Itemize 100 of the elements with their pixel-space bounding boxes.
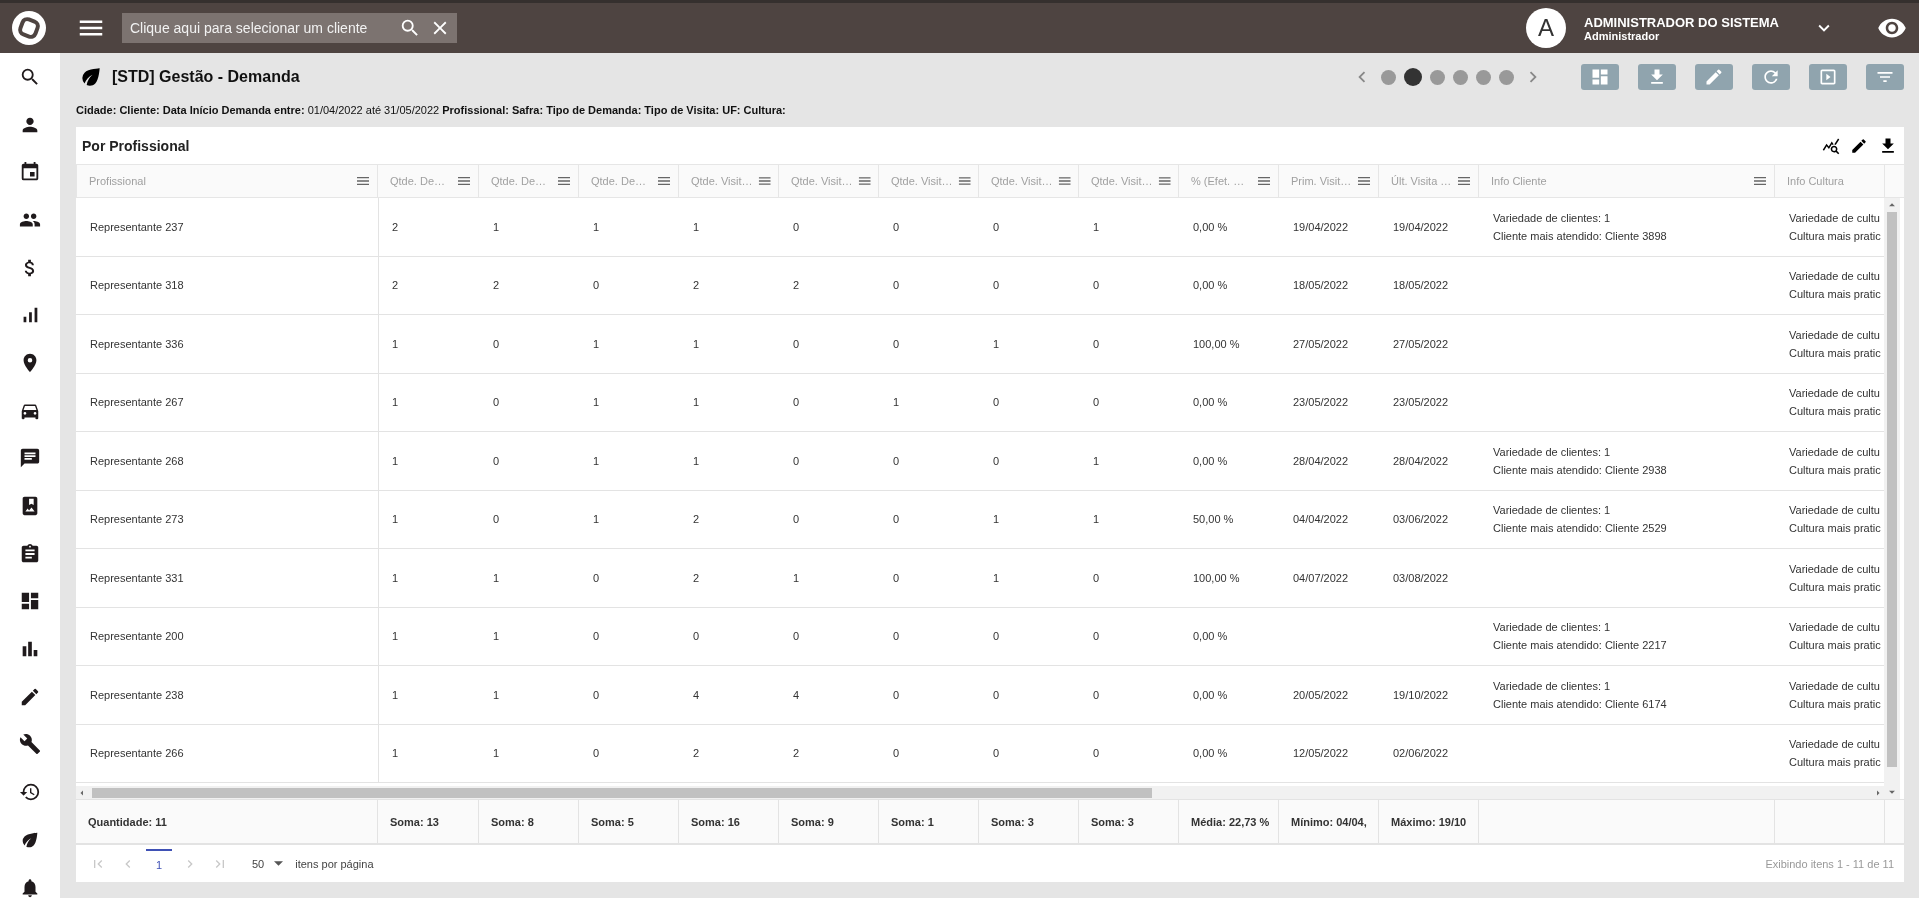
table-cell-text: 0 — [593, 570, 600, 586]
carousel-dot[interactable] — [1453, 69, 1468, 85]
table-cell-text: Variedade de clientes: 1 Cliente mais atendido: Cliente 2938 — [1493, 444, 1667, 478]
table-cell-text: Representante 268 — [90, 453, 184, 469]
column-header[interactable]: Info Cliente — [1479, 164, 1775, 198]
total-cell: Soma: 3 — [1079, 799, 1179, 844]
user-name: ADMINISTRADOR DO SISTEMA — [1584, 14, 1779, 30]
table-cell-text: 1 — [392, 746, 399, 762]
table-cell-text: Variedade de cultu Cultura mais pratic — [1789, 386, 1881, 420]
table-cell-text: 0,00 % — [1193, 453, 1228, 469]
table-cell-text: Variedade de cultu Cultura mais pratic — [1789, 678, 1881, 712]
column-header[interactable]: Qtde. Visit… — [979, 164, 1079, 198]
table-cell-text: 1 — [593, 512, 600, 528]
layout-button[interactable] — [1581, 64, 1619, 90]
table-cell-text: 100,00 % — [1193, 570, 1240, 586]
table-cell-text: 1 — [693, 453, 700, 469]
page-title: [STD] Gestão - Demanda — [112, 68, 300, 86]
table-cell-text: 0 — [593, 629, 600, 645]
table-cell-text: 27/05/2022 — [1293, 336, 1349, 352]
search-icon[interactable] — [399, 17, 421, 39]
horizontal-scrollbar[interactable] — [76, 786, 1884, 799]
table-cell-text: 0 — [793, 512, 800, 528]
column-header[interactable]: Últ. Visita … — [1379, 164, 1479, 198]
page-number[interactable]: 1 — [146, 848, 172, 879]
table-cell-text: Variedade de cultu Cultura mais pratic — [1789, 327, 1881, 361]
column-header[interactable]: Qtde. Visit… — [1079, 164, 1179, 198]
table-cell-text: 1 — [1093, 219, 1100, 235]
table-cell-text: Representante 237 — [90, 219, 184, 235]
total-cell: Mínimo: 04/04, — [1279, 799, 1379, 844]
table-cell-text: Variedade de cultu Cultura mais pratic — [1789, 620, 1881, 654]
page-size-select[interactable]: 50 — [252, 857, 284, 870]
table-cell-text: 1 — [1093, 453, 1100, 469]
column-header[interactable]: Info Cultura — [1775, 164, 1885, 198]
table-cell-text: 0 — [693, 629, 700, 645]
user-role: Administrador — [1584, 29, 1661, 42]
table-cell-text: 1 — [493, 219, 500, 235]
pencil-icon — [1704, 67, 1724, 87]
card-title: Por Profissional — [82, 137, 191, 154]
table-cell-text: Variedade de cultu Cultura mais pratic — [1789, 561, 1881, 595]
query-stats-icon[interactable] — [1822, 136, 1840, 155]
table-cell-text: 1 — [392, 687, 399, 703]
column-header[interactable]: Qtde. De… — [579, 164, 679, 198]
present-button[interactable] — [1809, 64, 1847, 90]
total-cell: Soma: 13 — [378, 799, 479, 844]
table-cell-text: 03/06/2022 — [1393, 512, 1449, 528]
user-avatar[interactable]: A — [1526, 8, 1566, 48]
total-cell: Soma: 1 — [879, 799, 979, 844]
table-cell-text: 0 — [1093, 395, 1100, 411]
edit-button[interactable] — [1695, 64, 1733, 90]
pencil-icon[interactable] — [1850, 136, 1868, 155]
table-cell-text: Representante 273 — [90, 512, 184, 528]
table-cell-text: 1 — [392, 336, 399, 352]
table-cell-text: 19/10/2022 — [1393, 687, 1449, 703]
table-cell-text: Representante 200 — [90, 629, 184, 645]
column-header[interactable]: Prim. Visit… — [1279, 164, 1379, 198]
table-cell-text: 1 — [993, 336, 1000, 352]
carousel-dot[interactable] — [1404, 68, 1422, 86]
table-cell-text: Representante 318 — [90, 278, 184, 294]
table-cell-text: 2 — [392, 219, 399, 235]
table-cell-text: 2 — [793, 746, 800, 762]
table-cell-text: 0 — [993, 278, 1000, 294]
table-cell-text: 20/05/2022 — [1293, 687, 1349, 703]
table-cell-text: 0 — [1093, 278, 1100, 294]
table-cell-text: 1 — [493, 570, 500, 586]
column-header[interactable]: Qtde. De… — [479, 164, 579, 198]
carousel-dot[interactable] — [1476, 69, 1491, 85]
column-header[interactable]: Qtde. Visit… — [679, 164, 779, 198]
table-cell-text: 0 — [493, 336, 500, 352]
table-cell-text: 1 — [392, 395, 399, 411]
column-header[interactable]: Qtde. Visit… — [879, 164, 979, 198]
table-cell-text: Variedade de cultu Cultura mais pratic — [1789, 444, 1881, 478]
carousel-dot[interactable] — [1381, 69, 1396, 85]
total-cell: Soma: 16 — [679, 799, 779, 844]
client-search-field[interactable]: Clique aqui para selecionar um cliente — [122, 13, 457, 43]
table-cell-text: 0 — [793, 395, 800, 411]
column-header[interactable]: Profissional — [76, 164, 378, 198]
table-cell-text: 1 — [493, 746, 500, 762]
table-cell-text: 0 — [893, 278, 900, 294]
carousel-dot[interactable] — [1430, 69, 1445, 85]
table-cell-text: 28/04/2022 — [1293, 453, 1349, 469]
table-cell-text: 1 — [493, 629, 500, 645]
column-header[interactable]: Qtde. De… — [378, 164, 479, 198]
column-header[interactable]: Qtde. Visit… — [779, 164, 879, 198]
table-cell-text: 19/04/2022 — [1293, 219, 1349, 235]
refresh-button[interactable] — [1752, 64, 1790, 90]
table-cell-text: 0 — [993, 746, 1000, 762]
table-cell-text: 0 — [893, 570, 900, 586]
client-search-input[interactable]: Clique aqui para selecionar um cliente — [128, 19, 391, 37]
table-cell-text: Variedade de clientes: 1 Cliente mais atendido: Cliente 3898 — [1493, 210, 1667, 244]
table-cell-text: Representante 267 — [90, 395, 184, 411]
carousel-dot[interactable] — [1499, 69, 1514, 85]
vertical-scrollbar[interactable] — [1884, 198, 1900, 799]
slideshow-icon — [1818, 67, 1838, 87]
download-button[interactable] — [1638, 64, 1676, 90]
table-cell-text: 1 — [593, 453, 600, 469]
table-cell-text: Representante 336 — [90, 336, 184, 352]
column-header[interactable]: % (Efet. … — [1179, 164, 1279, 198]
table-cell-text: 02/06/2022 — [1393, 746, 1449, 762]
table-cell-text: 0 — [493, 512, 500, 528]
table-cell-text: 0 — [1093, 629, 1100, 645]
